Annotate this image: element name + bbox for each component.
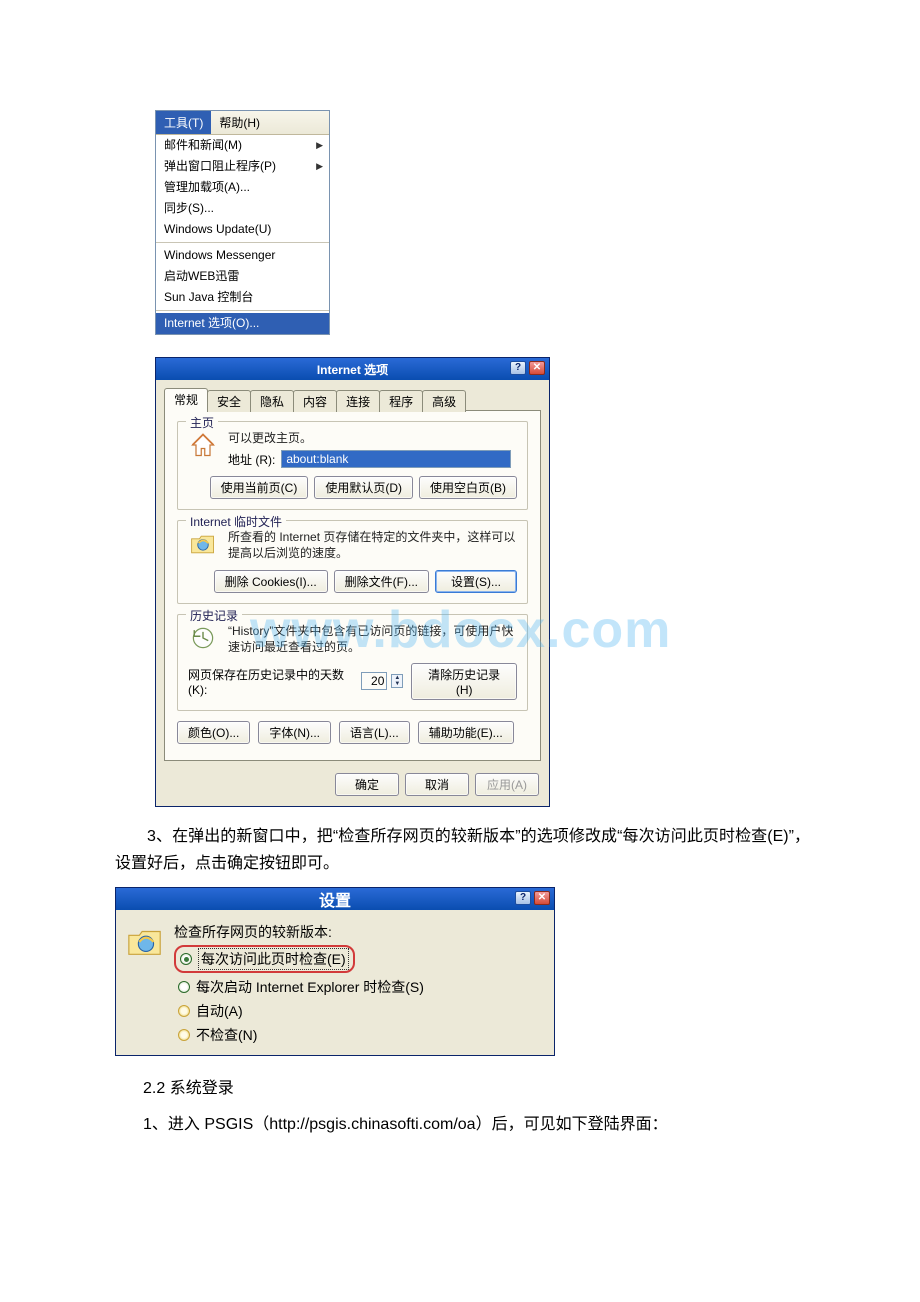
submenu-arrow-icon: ▶ [316, 158, 323, 175]
menu-mail-news[interactable]: 邮件和新闻(M)▶ [156, 135, 329, 156]
menubar: 工具(T) 帮助(H) [156, 111, 329, 135]
radio-every-visit[interactable] [180, 953, 192, 965]
help-menu-title[interactable]: 帮助(H) [211, 111, 268, 134]
languages-button[interactable]: 语言(L)... [339, 721, 410, 744]
ie-folder-icon [188, 529, 218, 559]
tab-advanced[interactable]: 高级 [422, 390, 466, 412]
home-note: 可以更改主页。 [228, 430, 517, 446]
address-input[interactable]: about:blank [281, 450, 511, 468]
delete-files-button[interactable]: 删除文件(F)... [334, 570, 429, 593]
tabs-bar: 常规 安全 隐私 内容 连接 程序 高级 [156, 380, 549, 410]
radio-never[interactable] [178, 1029, 190, 1041]
group-temp-files: Internet 临时文件 所查看的 Internet 页存储在特定的文件夹中，… [177, 520, 528, 603]
psgis-instruction: 1、进入 PSGIS（http://psgis.chinasofti.com/o… [143, 1110, 810, 1134]
tab-connections[interactable]: 连接 [336, 390, 380, 412]
tab-security[interactable]: 安全 [207, 390, 251, 412]
use-current-page-button[interactable]: 使用当前页(C) [210, 476, 309, 499]
group-history: 历史记录 “History”文件夹中包含有已访问页的链接，可使用户快速访问最近查… [177, 614, 528, 711]
settings-dialog: 设置 ? ✕ 检查所存网页的较新版本: 每次访问此页时检查(E) 每次启动 In… [115, 887, 555, 1056]
home-icon [188, 430, 218, 460]
dialog-title: 设置 [319, 887, 351, 911]
dialog-titlebar: Internet 选项 ? ✕ [156, 358, 549, 380]
menu-windows-update[interactable]: Windows Update(U) [156, 219, 329, 240]
delete-cookies-button[interactable]: 删除 Cookies(I)... [214, 570, 328, 593]
colors-button[interactable]: 颜色(O)... [177, 721, 250, 744]
menu-separator [156, 310, 329, 311]
group-title-temp: Internet 临时文件 [186, 513, 286, 530]
help-button[interactable]: ? [515, 891, 531, 905]
tab-programs[interactable]: 程序 [379, 390, 423, 412]
temp-settings-button[interactable]: 设置(S)... [435, 570, 517, 593]
settings-heading: 检查所存网页的较新版本: [174, 922, 424, 942]
dialog-title: Internet 选项 [317, 361, 388, 378]
history-note: “History”文件夹中包含有已访问页的链接，可使用户快速访问最近查看过的页。 [228, 623, 517, 655]
tab-general[interactable]: 常规 [164, 388, 208, 411]
opt-every-start-label: 每次启动 Internet Explorer 时检查(S) [196, 977, 424, 997]
history-days-label: 网页保存在历史记录中的天数 (K): [188, 666, 357, 697]
clear-history-button[interactable]: 清除历史记录(H) [411, 663, 517, 700]
history-days-spinner[interactable]: ▲▼ [391, 674, 403, 688]
group-homepage: 主页 可以更改主页。 地址 (R): about:blank 使用当前页(C) … [177, 421, 528, 510]
menu-sun-java[interactable]: Sun Java 控制台 [156, 287, 329, 308]
opt-every-visit-label: 每次访问此页时检查(E) [198, 948, 349, 970]
section-2-2-heading: 2.2 系统登录 [143, 1074, 810, 1098]
apply-button[interactable]: 应用(A) [475, 773, 539, 796]
cancel-button[interactable]: 取消 [405, 773, 469, 796]
internet-options-dialog: Internet 选项 ? ✕ 常规 安全 隐私 内容 连接 程序 高级 主页 … [155, 357, 550, 807]
opt-never-label: 不检查(N) [196, 1025, 257, 1045]
tools-menu-dropdown: 工具(T) 帮助(H) 邮件和新闻(M)▶ 弹出窗口阻止程序(P)▶ 管理加载项… [155, 110, 330, 335]
temp-note: 所查看的 Internet 页存储在特定的文件夹中，这样可以提高以后浏览的速度。 [228, 529, 517, 561]
radio-every-start[interactable] [178, 981, 190, 993]
close-button[interactable]: ✕ [529, 361, 545, 375]
tab-privacy[interactable]: 隐私 [250, 390, 294, 412]
radio-auto[interactable] [178, 1005, 190, 1017]
use-default-page-button[interactable]: 使用默认页(D) [314, 476, 413, 499]
opt-auto-label: 自动(A) [196, 1001, 243, 1021]
group-title-homepage: 主页 [186, 414, 218, 431]
menu-messenger[interactable]: Windows Messenger [156, 245, 329, 266]
menu-manage-addons[interactable]: 管理加载项(A)... [156, 177, 329, 198]
close-button[interactable]: ✕ [534, 891, 550, 905]
submenu-arrow-icon: ▶ [316, 137, 323, 154]
instruction-step-3: 3、在弹出的新窗口中，把“检查所存网页的较新版本”的选项修改成“每次访问此页时检… [115, 823, 810, 877]
ie-folder-icon [126, 922, 164, 960]
help-button[interactable]: ? [510, 361, 526, 375]
tools-menu-title[interactable]: 工具(T) [156, 111, 211, 134]
menu-separator [156, 242, 329, 243]
fonts-button[interactable]: 字体(N)... [258, 721, 331, 744]
history-icon [188, 623, 218, 653]
menu-sync[interactable]: 同步(S)... [156, 198, 329, 219]
group-title-history: 历史记录 [186, 607, 242, 624]
dialog-titlebar: 设置 ? ✕ [116, 888, 554, 910]
tab-content[interactable]: 内容 [293, 390, 337, 412]
accessibility-button[interactable]: 辅助功能(E)... [418, 721, 514, 744]
address-label: 地址 (R): [228, 451, 275, 468]
menu-popup-blocker[interactable]: 弹出窗口阻止程序(P)▶ [156, 156, 329, 177]
menu-web-thunder[interactable]: 启动WEB迅雷 [156, 266, 329, 287]
ok-button[interactable]: 确定 [335, 773, 399, 796]
menu-internet-options[interactable]: Internet 选项(O)... [156, 313, 329, 334]
tab-panel-general: 主页 可以更改主页。 地址 (R): about:blank 使用当前页(C) … [164, 410, 541, 761]
history-days-input[interactable]: 20 [361, 672, 388, 690]
spin-down-icon: ▼ [392, 681, 402, 687]
use-blank-page-button[interactable]: 使用空白页(B) [419, 476, 517, 499]
